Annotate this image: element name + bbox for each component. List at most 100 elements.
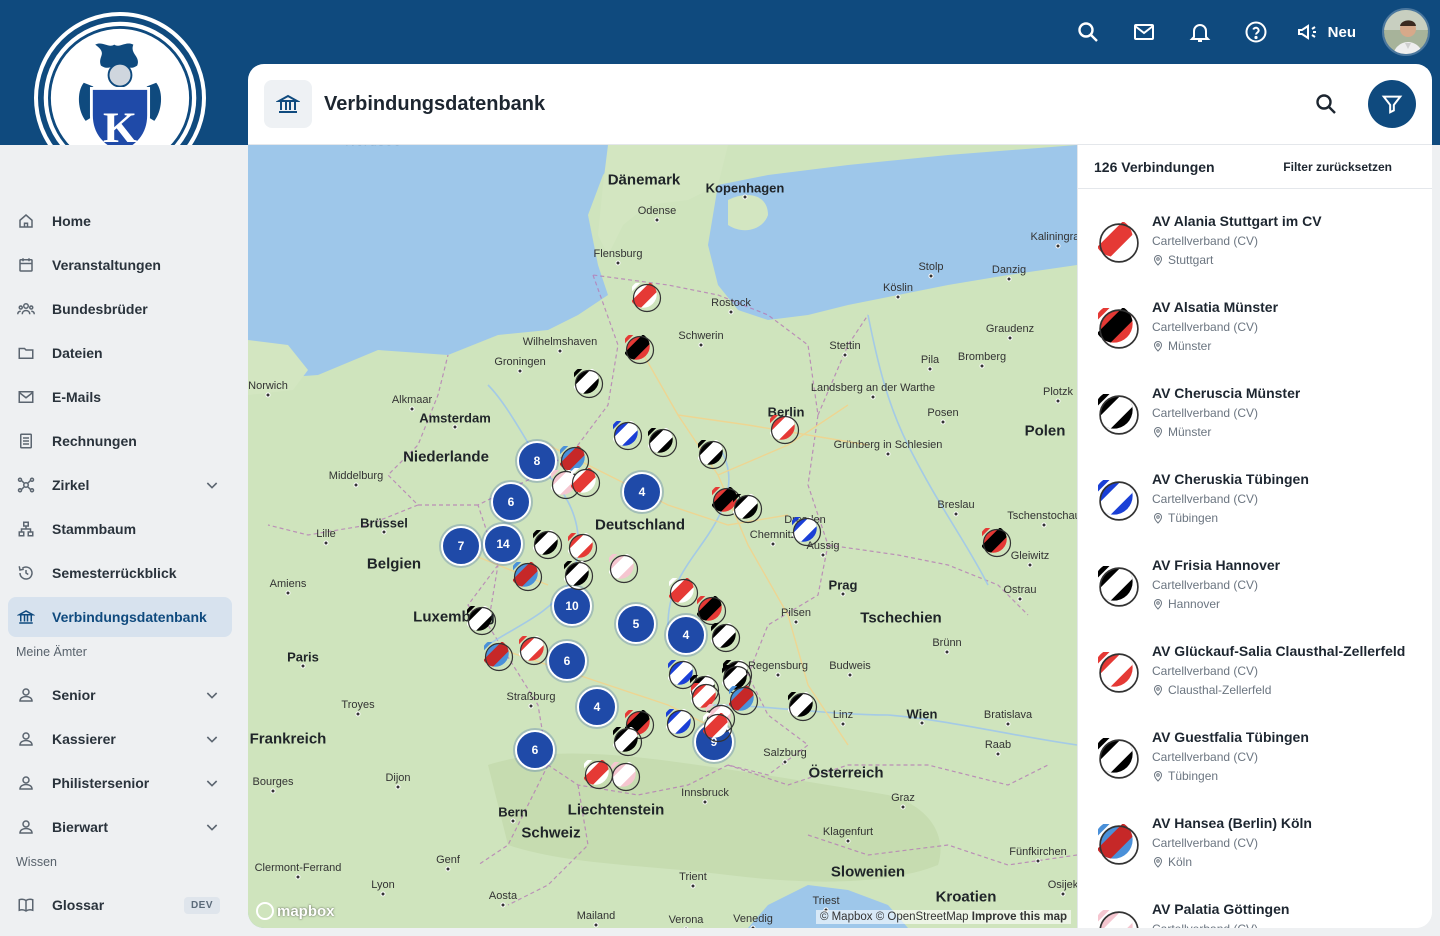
map-crest-marker[interactable] [632, 283, 662, 313]
avatar[interactable] [1382, 8, 1430, 56]
map-crest-marker[interactable] [792, 517, 822, 547]
map-crest-marker[interactable] [625, 335, 655, 365]
sidebar-item-verbindungsdatenbank[interactable]: Verbindungsdatenbank [8, 597, 232, 637]
mail-icon[interactable] [1116, 8, 1172, 56]
bell-icon[interactable] [1172, 8, 1228, 56]
chevron-down-icon[interactable] [204, 477, 220, 493]
map-crest-marker[interactable] [666, 709, 696, 739]
list-item[interactable]: AV Cheruskia Tübingen Cartellverband (CV… [1078, 447, 1432, 533]
sidebar-item-label: Stammbaum [52, 521, 137, 537]
map-cluster[interactable]: 10 [552, 586, 592, 626]
map-cluster[interactable]: 6 [515, 730, 555, 770]
mapbox-logo[interactable]: mapbox [256, 902, 335, 920]
sidebar-item-glossar[interactable]: Glossar DEV [8, 885, 232, 925]
map-crest-marker[interactable] [733, 494, 763, 524]
map-crest-marker[interactable] [698, 440, 728, 470]
list-item[interactable]: AV Hansea (Berlin) Köln Cartellverband (… [1078, 791, 1432, 877]
list-item[interactable]: AV Frisia Hannover Cartellverband (CV) H… [1078, 533, 1432, 619]
city-dot [1027, 562, 1033, 568]
list-item[interactable]: AV Guestfalia Tübingen Cartellverband (C… [1078, 705, 1432, 791]
map-crest-marker[interactable] [568, 533, 598, 563]
map-crest-marker[interactable] [584, 760, 614, 790]
improve-map-link[interactable]: Improve this map [972, 911, 1067, 923]
map-crest-marker[interactable] [788, 692, 818, 722]
sidebar-item-dateien[interactable]: Dateien [8, 333, 232, 373]
map-crest-marker[interactable] [519, 636, 549, 666]
city-dot [353, 482, 359, 488]
map-crest-marker[interactable] [703, 713, 733, 743]
map-crest-marker[interactable] [484, 642, 514, 672]
map-crest-marker[interactable] [613, 421, 643, 451]
help-icon[interactable] [1228, 8, 1284, 56]
map-city-label: Alkmaar [391, 394, 433, 406]
map-city-label: Bratislava [983, 709, 1033, 721]
sidebar-item-veranstaltungen[interactable]: Veranstaltungen [8, 245, 232, 285]
search-button[interactable] [1302, 80, 1350, 128]
sidebar-item-label: Senior [52, 687, 96, 703]
map-cluster[interactable]: 4 [622, 472, 662, 512]
map-cluster[interactable]: 7 [441, 526, 481, 566]
map-crest-marker[interactable] [609, 554, 639, 584]
map-cluster[interactable]: 6 [547, 641, 587, 681]
chevron-down-icon[interactable] [204, 731, 220, 747]
sidebar-item-zirkel[interactable]: Zirkel [8, 465, 232, 505]
sidebar-item-semesterrueckblick[interactable]: Semesterrückblick [8, 553, 232, 593]
sidebar-item-senior[interactable]: Senior [8, 675, 232, 715]
filter-button[interactable] [1368, 80, 1416, 128]
sidebar-item-philistersenior[interactable]: Philistersenior [8, 763, 232, 803]
list-item[interactable]: AV Alania Stuttgart im CV Cartellverband… [1078, 189, 1432, 275]
map-cluster[interactable]: 14 [483, 524, 523, 564]
map-crest-marker[interactable] [982, 528, 1012, 558]
bank-icon [16, 607, 36, 627]
map-crest-marker[interactable] [611, 762, 641, 792]
crest-icon [1098, 738, 1140, 780]
map[interactable]: Nordsee Dänemark Niederlande Deutschland Bel… [248, 145, 1077, 928]
location-pin-icon [1153, 771, 1163, 782]
map-city-label: Fünfkirchen [1009, 846, 1067, 858]
map-cluster[interactable]: 4 [577, 687, 617, 727]
reset-filter-button[interactable]: Filter zurücksetzen [1283, 160, 1392, 174]
map-crest-marker[interactable] [613, 727, 643, 757]
map-crest-marker[interactable] [697, 596, 727, 626]
item-city-label: Münster [1168, 339, 1212, 353]
map-crest-marker[interactable] [574, 369, 604, 399]
list-item[interactable]: AV Palatia Göttingen Cartellverband (CV)… [1078, 877, 1432, 928]
map-crest-marker[interactable] [711, 623, 741, 653]
map-crest-marker[interactable] [533, 530, 563, 560]
sidebar-item-bundesbrueder[interactable]: Bundesbrüder [8, 289, 232, 329]
map-crest-marker[interactable] [571, 468, 601, 498]
results-panel: 126 Verbindungen Filter zurücksetzen AV … [1077, 145, 1432, 928]
map-city-label: Norwich [248, 380, 288, 392]
history-icon [16, 563, 36, 583]
map-country-label: Tschechien [860, 609, 942, 627]
city-dot [557, 348, 563, 354]
search-icon[interactable] [1060, 8, 1116, 56]
sidebar-item-kassierer[interactable]: Kassierer [8, 719, 232, 759]
sidebar-item-bierwart[interactable]: Bierwart [8, 807, 232, 847]
search-icon [1316, 94, 1336, 114]
map-cluster[interactable]: 5 [616, 604, 656, 644]
map-crest-marker[interactable] [648, 428, 678, 458]
location-pin-icon [1153, 513, 1163, 524]
sidebar-item-stammbaum[interactable]: Stammbaum [8, 509, 232, 549]
chevron-down-icon[interactable] [204, 819, 220, 835]
map-cluster[interactable]: 6 [491, 482, 531, 522]
chevron-down-icon[interactable] [204, 687, 220, 703]
list-item[interactable]: AV Cheruscia Münster Cartellverband (CV)… [1078, 361, 1432, 447]
map-crest-marker[interactable] [770, 415, 800, 445]
sidebar-item-home[interactable]: Home [8, 201, 232, 241]
list-item[interactable]: AV Glückauf-Salia Clausthal-Zellerfeld C… [1078, 619, 1432, 705]
list-item[interactable]: AV Alsatia Münster Cartellverband (CV) M… [1078, 275, 1432, 361]
item-name: AV Frisia Hannover [1152, 557, 1281, 573]
chevron-down-icon[interactable] [204, 775, 220, 791]
people-icon [16, 299, 36, 319]
city-dot [409, 406, 415, 412]
sidebar-item-emails[interactable]: E-Mails [8, 377, 232, 417]
mapbox-logo-text: mapbox [277, 902, 335, 920]
map-crest-marker[interactable] [513, 562, 543, 592]
sidebar-item-rechnungen[interactable]: Rechnungen [8, 421, 232, 461]
map-crest-marker[interactable] [564, 561, 594, 591]
map-crest-marker[interactable] [467, 606, 497, 636]
map-crest-marker[interactable] [669, 578, 699, 608]
new-button[interactable]: Neu [1284, 8, 1382, 56]
